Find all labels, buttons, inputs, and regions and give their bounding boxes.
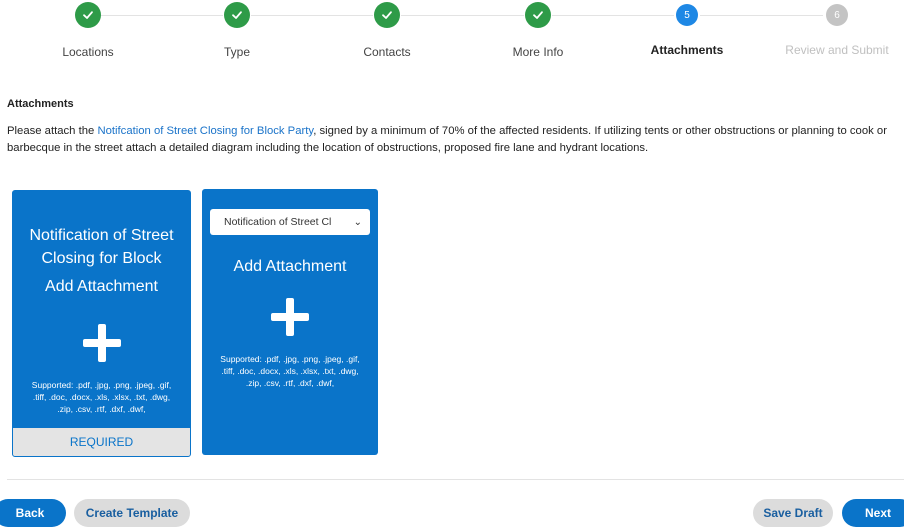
- next-button[interactable]: Next: [842, 499, 904, 527]
- step-label: Review and Submit: [785, 43, 889, 57]
- add-attachment-label: Add Attachment: [233, 258, 347, 275]
- step-number-badge: 6: [826, 4, 848, 26]
- plus-icon[interactable]: [82, 324, 121, 362]
- section-title: Attachments: [7, 98, 74, 110]
- step-locations[interactable]: Locations: [18, 0, 158, 59]
- check-icon: [374, 2, 400, 28]
- required-badge: REQUIRED: [13, 428, 190, 456]
- optional-attachment-card[interactable]: Notification of Street Cl ⌄ Add Attachme…: [202, 189, 378, 455]
- step-number-badge: 5: [676, 4, 698, 26]
- step-contacts[interactable]: Contacts: [317, 0, 457, 59]
- chevron-down-icon: ⌄: [353, 216, 362, 228]
- step-review-submit: 6 Review and Submit: [767, 0, 904, 57]
- check-icon: [224, 2, 250, 28]
- instructions-text: Please attach the Notifcation of Street …: [7, 123, 902, 157]
- supported-formats: Supported: .pdf, .jpg, .png, .jpeg, .gif…: [220, 354, 360, 388]
- step-label: Contacts: [363, 45, 411, 59]
- plus-icon[interactable]: [271, 298, 309, 336]
- card-title: Notification of Street Closing for Block: [29, 227, 174, 267]
- create-template-button[interactable]: Create Template: [74, 499, 190, 527]
- save-draft-button[interactable]: Save Draft: [753, 499, 833, 527]
- attachment-type-select[interactable]: Notification of Street Cl ⌄: [210, 209, 370, 235]
- step-attachments[interactable]: 5 Attachments: [617, 0, 757, 57]
- add-attachment-label: Add Attachment: [45, 278, 158, 295]
- supported-formats: Supported: .pdf, .jpg, .png, .jpeg, .gif…: [31, 380, 172, 414]
- step-type[interactable]: Type: [167, 0, 307, 59]
- back-button[interactable]: Back: [0, 499, 66, 527]
- step-label: Locations: [62, 45, 114, 59]
- step-more-info[interactable]: More Info: [468, 0, 608, 59]
- required-attachment-card[interactable]: Notification of Street Closing for Block…: [12, 190, 191, 457]
- step-label: More Info: [512, 45, 564, 59]
- progress-stepper: Locations Type Contacts More Info 5 Atta…: [0, 0, 904, 70]
- step-label: Type: [223, 45, 250, 59]
- check-icon: [75, 2, 101, 28]
- notification-form-link[interactable]: Notifcation of Street Closing for Block …: [97, 125, 313, 137]
- select-value: Notification of Street Cl: [224, 216, 332, 228]
- step-label: Attachments: [650, 43, 724, 57]
- footer-divider: [7, 479, 904, 480]
- check-icon: [525, 2, 551, 28]
- instructions-before: Please attach the: [7, 125, 98, 137]
